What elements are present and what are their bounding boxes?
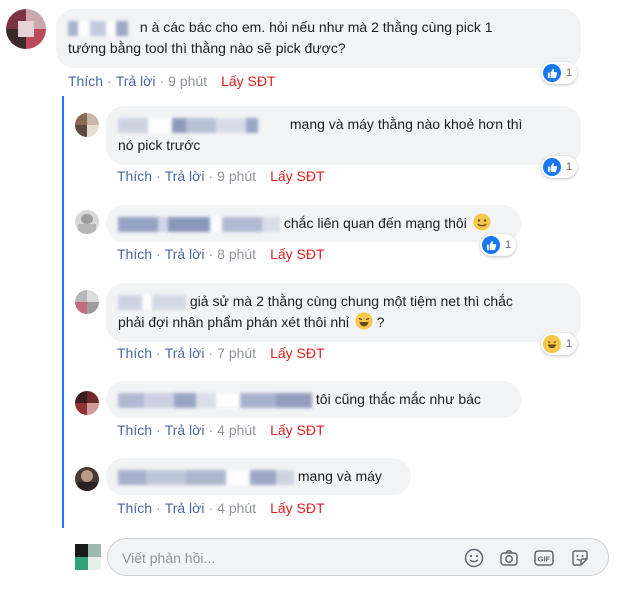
comment-text: phải đợi nhân phẩm phán xét thôi nhỉ xyxy=(118,314,350,330)
reply-input[interactable] xyxy=(120,547,454,569)
commenter-name[interactable] xyxy=(118,392,312,408)
comment-actions: Thích · Trả lời · 4 phút Lấy SĐT xyxy=(117,422,325,438)
comment-text: mạng và máy thằng nào khoẻ hơn thì xyxy=(289,116,523,132)
comment-actions: Thích · Trả lời · 8 phút Lấy SĐT xyxy=(117,246,325,262)
comment-text: mạng và máy xyxy=(297,468,382,484)
like-icon xyxy=(543,64,561,82)
commenter-name[interactable] xyxy=(68,20,136,36)
sticker-icon[interactable] xyxy=(569,547,591,569)
comment-bubble: mạng và máy xyxy=(106,458,411,495)
reply-link[interactable]: Trả lời xyxy=(165,500,205,516)
comment-bubble: giả sử mà 2 thằng cùng chung một tiệm ne… xyxy=(106,283,581,342)
svg-text:GIF: GIF xyxy=(538,555,551,564)
comment-bubble: tôi cũng thắc mắc như bác xyxy=(106,381,521,418)
get-phone-link[interactable]: Lấy SĐT xyxy=(221,73,275,89)
avatar[interactable] xyxy=(75,391,99,415)
comment-bubble: mạng và máy thằng nào khoẻ hơn thì nó pi… xyxy=(106,106,581,165)
comment-bubble: n à các bác cho em. hỏi nếu như mà 2 thằ… xyxy=(56,9,581,68)
comment-text: chắc liên quan đến mạng thôi xyxy=(283,215,467,231)
timestamp[interactable]: 4 phút xyxy=(217,422,256,438)
reaction-count[interactable]: 1 xyxy=(541,156,578,178)
thread-line xyxy=(62,96,64,528)
camera-icon[interactable] xyxy=(498,547,520,569)
get-phone-link[interactable]: Lấy SĐT xyxy=(270,500,324,516)
comment-text: giả sử mà 2 thằng cùng chung một tiệm ne… xyxy=(189,293,513,309)
comment-actions: Thích · Trả lời · 9 phút Lấy SĐT xyxy=(117,168,325,184)
commenter-name[interactable] xyxy=(118,469,294,485)
reaction-count[interactable]: 1 xyxy=(541,333,578,355)
timestamp[interactable]: 9 phút xyxy=(168,73,207,89)
reply-composer[interactable]: GIF xyxy=(107,538,609,576)
timestamp[interactable]: 4 phút xyxy=(217,500,256,516)
commenter-name[interactable] xyxy=(118,117,286,133)
comment-actions: Thích · Trả lời · 4 phút Lấy SĐT xyxy=(117,500,325,516)
comment-actions: Thích · Trả lời · 7 phút Lấy SĐT xyxy=(117,345,325,361)
timestamp[interactable]: 9 phút xyxy=(217,168,256,184)
get-phone-link[interactable]: Lấy SĐT xyxy=(270,168,324,184)
like-link[interactable]: Thích xyxy=(117,246,152,262)
get-phone-link[interactable]: Lấy SĐT xyxy=(270,422,324,438)
like-icon xyxy=(543,158,561,176)
reaction-count[interactable]: 1 xyxy=(541,62,578,84)
haha-icon xyxy=(543,335,561,353)
emoji-icon[interactable] xyxy=(463,547,485,569)
reply-link[interactable]: Trả lời xyxy=(165,422,205,438)
commenter-name[interactable] xyxy=(118,216,280,232)
reply-link[interactable]: Trả lời xyxy=(165,246,205,262)
comment-text: tướng bằng tool thì thằng nào sẽ pick đư… xyxy=(68,40,346,56)
avatar[interactable] xyxy=(75,290,99,314)
laugh-emoji-icon xyxy=(355,312,373,330)
avatar[interactable] xyxy=(75,467,99,491)
like-icon xyxy=(482,236,500,254)
like-link[interactable]: Thích xyxy=(117,345,152,361)
comment-text: tôi cũng thắc mắc như bác xyxy=(315,391,481,407)
gif-icon[interactable]: GIF xyxy=(533,547,555,569)
commenter-name[interactable] xyxy=(118,294,186,310)
comment-bubble: chắc liên quan đến mạng thôi xyxy=(106,205,521,242)
like-link[interactable]: Thích xyxy=(117,168,152,184)
avatar[interactable] xyxy=(75,210,99,234)
like-link[interactable]: Thích xyxy=(68,73,103,89)
comment-actions: Thích · Trả lời · 9 phút Lấy SĐT xyxy=(68,73,276,89)
smile-emoji-icon xyxy=(473,213,491,231)
like-link[interactable]: Thích xyxy=(117,422,152,438)
get-phone-link[interactable]: Lấy SĐT xyxy=(270,246,324,262)
avatar[interactable] xyxy=(6,9,46,49)
avatar[interactable] xyxy=(75,113,99,137)
comment-text: à các bác cho em. hỏi nếu như mà 2 thằng… xyxy=(151,19,493,35)
comment-text: nó pick trước xyxy=(118,137,201,153)
timestamp[interactable]: 7 phút xyxy=(217,345,256,361)
reply-link[interactable]: Trả lời xyxy=(165,345,205,361)
like-link[interactable]: Thích xyxy=(117,500,152,516)
reaction-count[interactable]: 1 xyxy=(480,234,517,256)
timestamp[interactable]: 8 phút xyxy=(217,246,256,262)
reply-link[interactable]: Trả lời xyxy=(165,168,205,184)
get-phone-link[interactable]: Lấy SĐT xyxy=(270,345,324,361)
reply-link[interactable]: Trả lời xyxy=(116,73,156,89)
avatar xyxy=(75,544,101,570)
